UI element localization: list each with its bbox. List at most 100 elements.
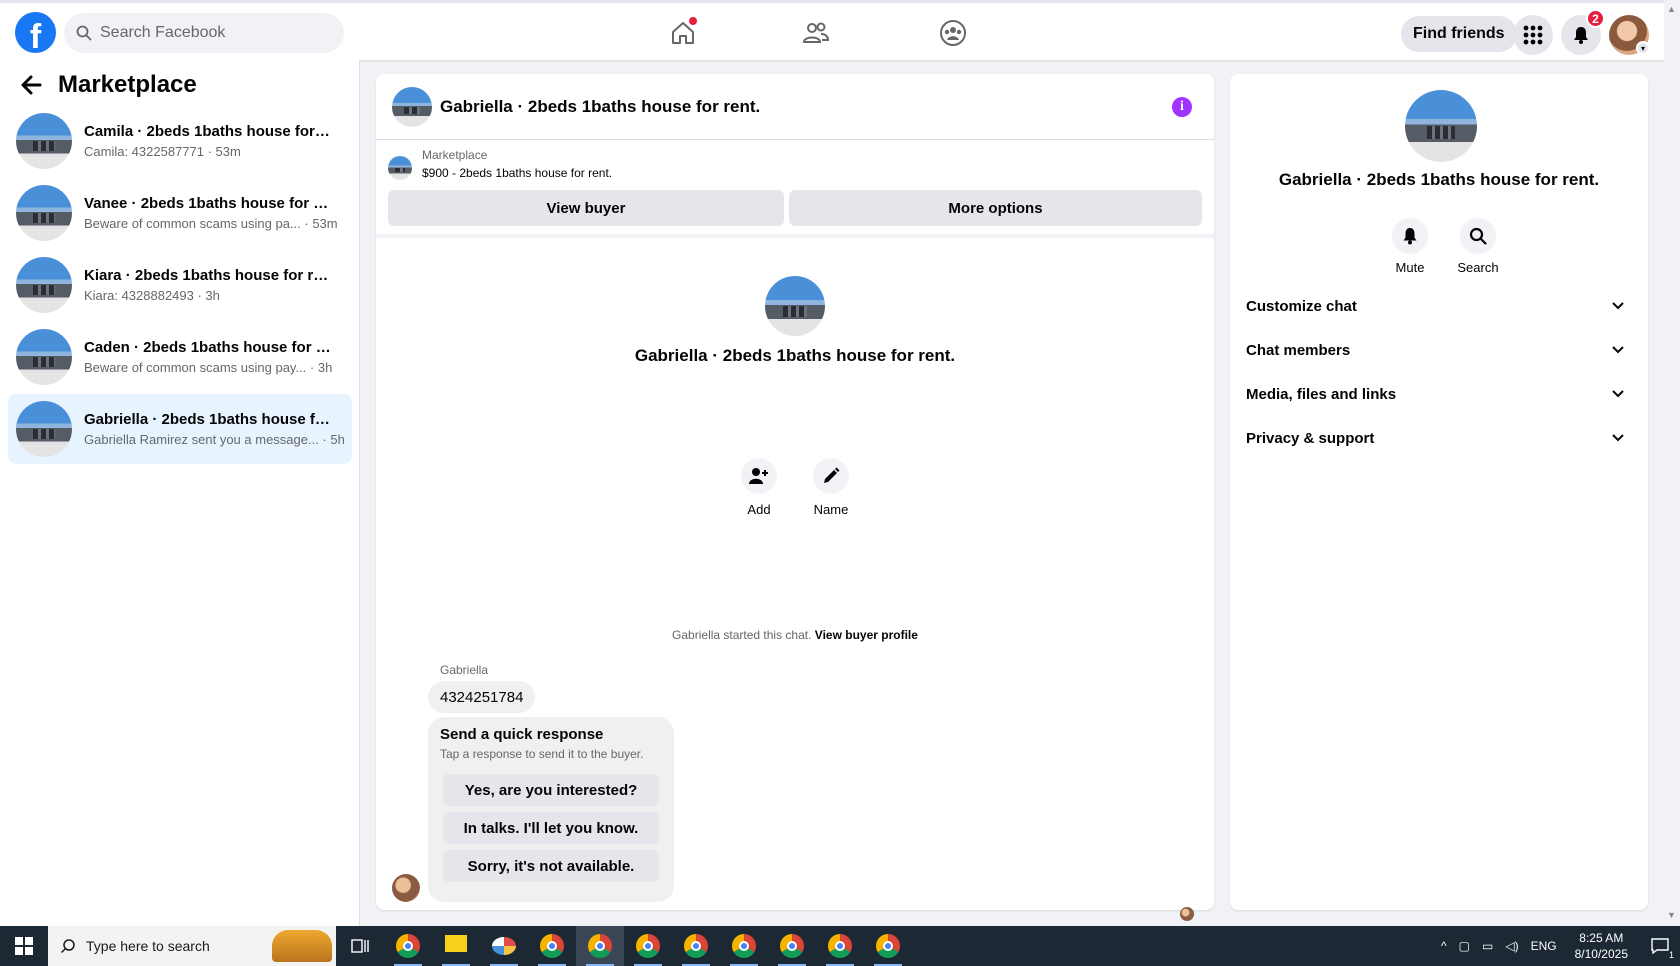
chevron-down-icon[interactable]: ▾ bbox=[1636, 41, 1650, 55]
taskbar-chrome-app[interactable] bbox=[864, 926, 912, 966]
chrome-icon bbox=[828, 934, 852, 958]
quick-response-button[interactable]: In talks. I'll let you know. bbox=[443, 812, 659, 844]
chrome-icon bbox=[588, 934, 612, 958]
page-scrollbar[interactable]: ▲ ▼ bbox=[1664, 0, 1680, 926]
taskbar-chrome-app[interactable] bbox=[672, 926, 720, 966]
taskbar-paint-app[interactable] bbox=[480, 926, 528, 966]
taskbar-sticky-notes-app[interactable] bbox=[432, 926, 480, 966]
groups-nav-button[interactable] bbox=[933, 15, 973, 51]
chrome-icon bbox=[636, 934, 660, 958]
conversation-title: Gabriella · 2beds 1baths house for ... bbox=[84, 411, 334, 428]
taskbar-chrome-app[interactable] bbox=[384, 926, 432, 966]
conversation-snippet: Camila: 4322587771 · 53m bbox=[84, 144, 241, 159]
taskbar-chrome-app[interactable] bbox=[624, 926, 672, 966]
taskbar-chrome-app[interactable] bbox=[720, 926, 768, 966]
bell-icon bbox=[1574, 27, 1588, 44]
listing-thumbnail bbox=[16, 113, 72, 169]
task-view-button[interactable] bbox=[336, 926, 384, 966]
section-label: Customize chat bbox=[1246, 297, 1357, 315]
scroll-down-arrow-icon[interactable]: ▼ bbox=[1667, 910, 1676, 920]
conversation-item[interactable]: Vanee · 2beds 1baths house for rent. Bewa… bbox=[8, 178, 352, 248]
quick-response-button[interactable]: Yes, are you interested? bbox=[443, 774, 659, 806]
sender-avatar[interactable] bbox=[392, 874, 420, 902]
taskbar-chrome-app[interactable] bbox=[528, 926, 576, 966]
windows-start-button[interactable] bbox=[0, 926, 48, 966]
search-icon bbox=[76, 25, 92, 41]
top-navigation-bar: f Find friends 2 ▾ bbox=[0, 0, 1664, 60]
message-bubble[interactable]: 4324251784 bbox=[428, 681, 536, 713]
facebook-logo-icon[interactable]: f bbox=[15, 12, 56, 53]
chevron-up-icon[interactable]: ^ bbox=[1441, 939, 1447, 953]
add-person-icon bbox=[741, 458, 777, 494]
meet-now-icon[interactable]: ▢ bbox=[1459, 939, 1470, 953]
notifications-button[interactable]: 2 bbox=[1561, 9, 1605, 55]
divider bbox=[376, 234, 1214, 238]
search-facebook-input[interactable] bbox=[100, 24, 320, 42]
quick-response-card: Send a quick response Tap a response to … bbox=[428, 717, 674, 902]
conversation-item[interactable]: Caden · 2beds 1baths house for rent. Bewa… bbox=[8, 322, 352, 392]
menu-button[interactable] bbox=[1513, 15, 1553, 55]
network-icon[interactable]: ▭ bbox=[1482, 939, 1493, 953]
notification-count-badge: 2 bbox=[1586, 9, 1605, 28]
find-friends-button[interactable]: Find friends bbox=[1401, 16, 1517, 52]
chat-title[interactable]: Gabriella · 2beds 1baths house for rent. bbox=[440, 97, 760, 117]
quick-response-title: Send a quick response bbox=[440, 726, 604, 743]
listing-summary[interactable]: Marketplace $900 - 2beds 1baths house fo… bbox=[388, 148, 612, 180]
search-label: Search bbox=[1457, 260, 1499, 275]
taskbar-search-box[interactable]: Type here to search bbox=[48, 926, 336, 966]
chat-members-section[interactable]: Chat members bbox=[1246, 328, 1632, 372]
pencil-icon bbox=[813, 458, 849, 494]
listing-thumbnail bbox=[16, 329, 72, 385]
view-buyer-button[interactable]: View buyer bbox=[388, 190, 784, 226]
mute-label: Mute bbox=[1395, 260, 1425, 275]
chat-header: Gabriella · 2beds 1baths house for rent.… bbox=[376, 74, 1214, 140]
search-facebook-box[interactable] bbox=[64, 13, 344, 53]
quick-response-button[interactable]: Sorry, it's not available. bbox=[443, 850, 659, 882]
view-buyer-profile-link[interactable]: View buyer profile bbox=[815, 628, 918, 642]
conversation-item[interactable]: Kiara · 2beds 1baths house for rent. Kiar… bbox=[8, 250, 352, 320]
task-view-icon bbox=[351, 939, 369, 953]
action-center-button[interactable]: 1 bbox=[1640, 926, 1680, 966]
volume-icon[interactable]: ◁) bbox=[1505, 939, 1518, 953]
chrome-icon bbox=[780, 934, 804, 958]
system-tray: ^ ▢ ▭ ◁) ENG 8:25 AM 8/10/2025 1 bbox=[1435, 926, 1680, 966]
sticky-notes-icon bbox=[445, 935, 467, 957]
language-indicator[interactable]: ENG bbox=[1531, 939, 1557, 953]
privacy-support-section[interactable]: Privacy & support bbox=[1246, 416, 1632, 460]
scroll-up-arrow-icon[interactable]: ▲ bbox=[1667, 4, 1676, 14]
friends-nav-button[interactable] bbox=[796, 15, 836, 51]
chat-header-thumbnail[interactable] bbox=[392, 86, 432, 127]
search-in-chat-action[interactable]: Search bbox=[1448, 218, 1508, 275]
conversation-snippet: Beware of common scams using pay... · 3h bbox=[84, 360, 333, 375]
taskbar-clock[interactable]: 8:25 AM 8/10/2025 bbox=[1575, 930, 1628, 962]
windows-logo-icon bbox=[15, 937, 33, 955]
name-chat-action[interactable]: Name bbox=[801, 458, 861, 517]
taskbar-chrome-app[interactable] bbox=[768, 926, 816, 966]
search-highlight-image bbox=[272, 930, 332, 962]
add-people-action[interactable]: Add bbox=[729, 458, 789, 517]
section-label: Chat members bbox=[1246, 341, 1351, 359]
sidebar-header: Marketplace bbox=[20, 71, 197, 99]
more-options-button[interactable]: More options bbox=[789, 190, 1202, 226]
back-arrow-icon[interactable] bbox=[20, 75, 42, 95]
listing-thumbnail bbox=[388, 156, 412, 180]
sidebar-title: Marketplace bbox=[58, 71, 197, 98]
mute-action[interactable]: Mute bbox=[1380, 218, 1440, 275]
media-files-links-section[interactable]: Media, files and links bbox=[1246, 372, 1632, 416]
conversation-snippet: Beware of common scams using pa... · 53m bbox=[84, 216, 338, 231]
chrome-icon bbox=[396, 934, 420, 958]
chat-started-text: Gabriella started this chat. bbox=[672, 628, 812, 642]
chevron-down-icon bbox=[1612, 346, 1624, 354]
quick-response-subtitle: Tap a response to send it to the buyer. bbox=[440, 747, 644, 761]
home-nav-button[interactable] bbox=[663, 15, 703, 51]
chat-profile-picture bbox=[765, 276, 825, 336]
groups-icon bbox=[940, 20, 966, 46]
conversation-title: Caden · 2beds 1baths house for rent. bbox=[84, 339, 334, 356]
customize-chat-section[interactable]: Customize chat bbox=[1246, 284, 1632, 328]
conversation-item[interactable]: Camila · 2beds 1baths house for re... Cam… bbox=[8, 106, 352, 176]
conversation-item-active[interactable]: Gabriella · 2beds 1baths house for ... Ga… bbox=[8, 394, 352, 464]
taskbar-chrome-app-active[interactable] bbox=[576, 926, 624, 966]
chat-started-notice: Gabriella started this chat. View buyer … bbox=[376, 628, 1214, 642]
taskbar-chrome-app[interactable] bbox=[816, 926, 864, 966]
info-icon[interactable]: i bbox=[1172, 97, 1192, 117]
